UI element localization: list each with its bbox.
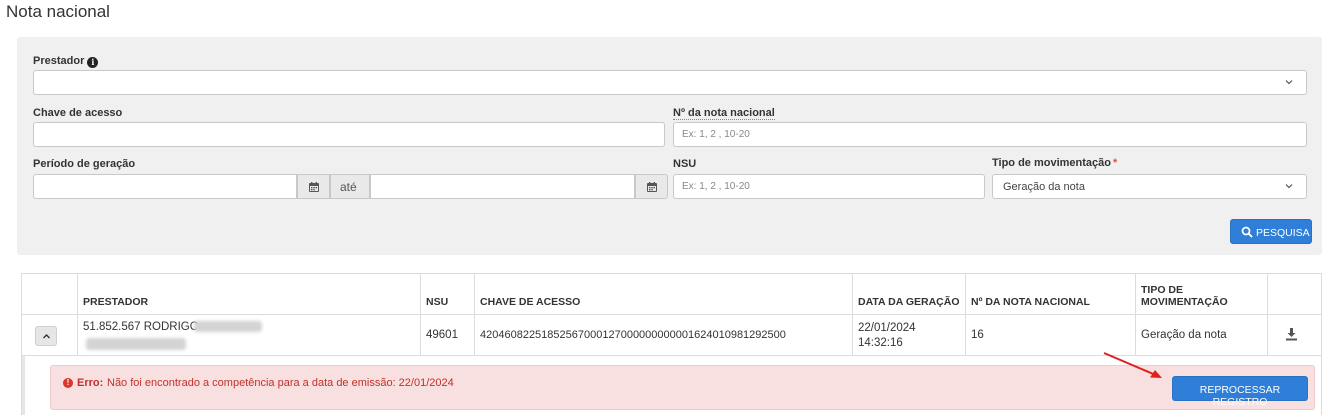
search-icon [1241,226,1253,238]
nsu-label: NSU [673,158,697,170]
numero-nota-input[interactable]: Ex: 1, 2 , 10-20 [673,122,1307,147]
tipo-movimentacao-select[interactable]: Geração da nota [992,174,1307,199]
search-button-label: PESQUISA [1256,227,1310,239]
required-mark: * [1113,157,1118,169]
redacted-name-line2 [86,338,186,350]
tipo-movimentacao-value: Geração da nota [1003,181,1085,193]
chave-acesso-input[interactable] [33,122,665,147]
tipo-movimentacao-label-text: Tipo de movimentação [992,157,1111,169]
chave-acesso-label: Chave de acesso [33,107,123,119]
cell-data: 22/01/2024 14:32:16 [853,315,966,355]
data-date: 22/01/2024 [858,322,916,334]
numero-nota-label: Nº da nota nacional [673,107,775,120]
tipo-value: Geração da nota [1141,329,1227,341]
header-numero: Nº DA NOTA NACIONAL [966,274,1136,314]
cell-actions [1268,315,1321,355]
error-icon: ! [63,378,73,388]
cell-nsu: 49601 [421,315,475,355]
calendar-icon [647,182,657,192]
prestador-label: Prestador i [33,55,99,68]
redacted-name [194,321,262,332]
chevron-up-icon [43,334,50,339]
calendar-icon [309,182,319,192]
numero-value: 16 [971,329,984,341]
cell-prestador: 51.852.567 RODRIGO [78,315,421,355]
page-title: Nota nacional [6,2,110,21]
reprocess-button[interactable]: REPROCESSAR REGISTRO [1172,376,1308,408]
header-actions [1268,274,1321,314]
periodo-separator-text: até [340,180,357,194]
collapse-row-button[interactable] [35,326,57,346]
prestador-label-text: Prestador [33,55,85,67]
periodo-start-input[interactable] [33,174,297,199]
periodo-separator: até [330,174,370,199]
header-data: DATA DA GERAÇÃO [853,274,966,314]
header-prestador: PRESTADOR [78,274,421,314]
reprocess-button-label: REPROCESSAR REGISTRO [1199,384,1281,408]
periodo-end-input[interactable] [370,174,635,199]
cell-expand [22,315,78,355]
periodo-end-calendar-button[interactable] [635,174,668,199]
error-message: Não foi encontrado a competência para a … [107,377,454,389]
chevron-down-icon [1284,180,1294,190]
annotation-arrow-icon [1103,352,1162,378]
info-icon[interactable]: i [87,57,99,68]
prestador-text: 51.852.567 RODRIGO [83,321,199,333]
search-button[interactable]: PESQUISA [1230,219,1312,244]
header-expand [22,274,78,314]
download-icon[interactable] [1285,327,1298,341]
nsu-placeholder: Ex: 1, 2 , 10-20 [682,181,750,192]
filter-panel: Prestador i Chave de acesso Nº da nota na… [17,37,1322,255]
periodo-start-calendar-button[interactable] [297,174,330,199]
nsu-input[interactable]: Ex: 1, 2 , 10-20 [673,174,985,199]
periodo-label: Período de geração [33,158,136,170]
header-nsu: NSU [421,274,475,314]
chave-value: 4204608225185256700012700000000000162401… [480,329,786,341]
error-strong: Erro: [77,377,104,389]
cell-chave: 4204608225185256700012700000000000162401… [475,315,853,355]
numero-nota-placeholder: Ex: 1, 2 , 10-20 [682,129,750,140]
header-tipo: TIPO DE MOVIMENTAÇÃO [1136,274,1268,314]
chevron-down-icon [1284,76,1294,86]
data-time: 14:32:16 [858,337,903,349]
tipo-movimentacao-label: Tipo de movimentação * [992,157,1117,169]
prestador-select[interactable] [33,70,1307,95]
nsu-value: 49601 [426,329,458,341]
header-chave: CHAVE DE ACESSO [475,274,853,314]
